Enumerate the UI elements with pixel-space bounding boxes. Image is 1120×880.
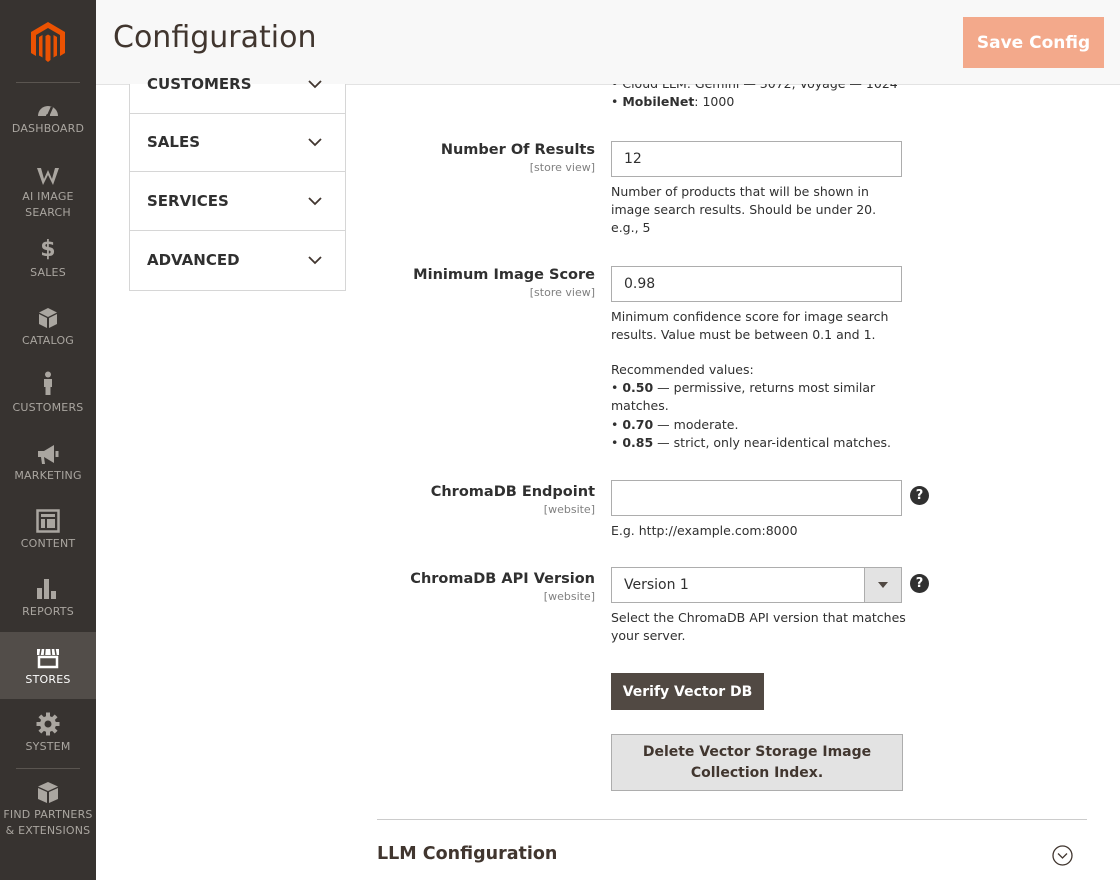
- menu-label: MARKETING: [14, 469, 82, 482]
- menu-label: AI IMAGE SEARCH: [22, 190, 74, 219]
- chromadb-api-version-label: ChromaDB API Version: [410, 571, 595, 587]
- menu-item-customers[interactable]: CUSTOMERS: [0, 371, 96, 437]
- tab-services[interactable]: SERVICES: [130, 172, 345, 231]
- chromadb-api-version-select[interactable]: Version 1: [611, 567, 902, 603]
- tab-customers[interactable]: CUSTOMERS: [130, 55, 345, 114]
- menu-item-dashboard[interactable]: DASHBOARD: [0, 92, 96, 158]
- select-value: Version 1: [624, 577, 689, 593]
- note-bold: MobileNet: [622, 94, 695, 109]
- recommended-item: • 0.70 — moderate.: [611, 417, 739, 432]
- dollar-icon: $: [40, 237, 56, 262]
- chromadb-endpoint-input[interactable]: [611, 480, 902, 516]
- menu-item-find-partners[interactable]: FIND PARTNERS & EXTENSIONS: [0, 778, 96, 846]
- rec-text: — strict, only near-identical matches.: [653, 435, 892, 450]
- chromadb-endpoint-note: E.g. http://example.com:8000: [611, 523, 798, 538]
- menu-item-sales[interactable]: $ SALES: [0, 236, 96, 302]
- menu-item-marketing[interactable]: MARKETING: [0, 439, 96, 505]
- admin-menu: DASHBOARD AI IMAGE SEARCH $ SALES CATALO…: [0, 0, 96, 880]
- chromadb-api-version-note: Select the ChromaDB API version that mat…: [611, 610, 906, 643]
- dimension-note-partial: • Cloud LLM: Gemini — 3072, Voyage — 102…: [611, 84, 911, 93]
- min-image-score-note: Minimum confidence score for image searc…: [611, 309, 889, 342]
- menu-label: DASHBOARD: [11, 122, 85, 135]
- tab-label: SERVICES: [147, 192, 229, 210]
- config-form: • Cloud LLM: Gemini — 3072, Voyage — 102…: [377, 84, 1097, 880]
- recommended-heading: Recommended values:: [611, 362, 754, 377]
- scope-label: [store view]: [529, 161, 595, 174]
- chevron-down-icon: [308, 197, 322, 206]
- rec-text: — moderate.: [653, 417, 739, 432]
- dimension-note-mobilenet: • MobileNet: 1000: [611, 94, 735, 109]
- menu-label: REPORTS: [22, 605, 74, 618]
- delete-collection-index-button[interactable]: Delete Vector Storage Image Collection I…: [611, 734, 903, 791]
- number-of-results-note: Number of products that will be shown in…: [611, 184, 877, 235]
- menu-item-stores[interactable]: STORES: [0, 632, 96, 699]
- config-tabs: CUSTOMERS SALES SERVICES ADVANCED: [129, 75, 346, 291]
- menu-label: FIND PARTNERS & EXTENSIONS: [3, 808, 93, 837]
- tab-label: CUSTOMERS: [147, 75, 252, 93]
- recommended-item: • 0.85 — strict, only near-identical mat…: [611, 435, 892, 450]
- cube-icon: [39, 308, 57, 328]
- menu-item-content[interactable]: CONTENT: [0, 507, 96, 573]
- menu-divider: [16, 82, 80, 83]
- menu-label: CONTENT: [20, 537, 76, 550]
- magento-logo-icon[interactable]: [28, 20, 68, 64]
- save-config-button[interactable]: Save Config: [963, 17, 1104, 68]
- chromadb-endpoint-label: ChromaDB Endpoint: [430, 484, 595, 500]
- menu-label: SYSTEM: [25, 740, 71, 753]
- menu-label: CUSTOMERS: [12, 401, 84, 414]
- min-image-score-input[interactable]: [611, 266, 902, 302]
- boxes-icon: [38, 782, 58, 803]
- menu-divider: [16, 768, 80, 769]
- expand-section-icon[interactable]: [1052, 845, 1073, 866]
- select-toggle[interactable]: [864, 568, 901, 602]
- menu-item-catalog[interactable]: CATALOG: [0, 304, 96, 370]
- dashboard-icon: [38, 106, 58, 118]
- chevron-down-icon: [308, 80, 322, 89]
- number-of-results-input[interactable]: [611, 141, 902, 177]
- tab-advanced[interactable]: ADVANCED: [130, 231, 345, 289]
- section-divider: [377, 819, 1087, 820]
- bar-chart-icon: [37, 579, 56, 599]
- min-image-score-label: Minimum Image Score: [413, 267, 595, 283]
- menu-label: SALES: [30, 266, 66, 279]
- person-icon: [44, 371, 52, 395]
- scope-label: [store view]: [529, 286, 595, 299]
- layout-icon: [36, 509, 60, 533]
- recommended-item: • 0.50 — permissive, returns most simila…: [611, 380, 876, 413]
- rec-value: 0.50: [622, 380, 654, 395]
- help-icon[interactable]: ?: [910, 486, 929, 505]
- caret-down-icon: [878, 582, 888, 588]
- rec-value: 0.85: [622, 435, 654, 450]
- store-icon: [37, 648, 59, 669]
- menu-label: STORES: [25, 673, 71, 686]
- gear-icon: [36, 712, 60, 736]
- page-title: Configuration: [113, 20, 317, 55]
- number-of-results-label: Number Of Results: [440, 142, 595, 158]
- tab-label: SALES: [147, 133, 201, 151]
- tab-label: ADVANCED: [147, 251, 240, 269]
- menu-item-ai-image-search[interactable]: AI IMAGE SEARCH: [0, 160, 96, 226]
- ai-image-search-icon: [37, 168, 59, 185]
- verify-vector-db-button[interactable]: Verify Vector DB: [611, 673, 764, 710]
- help-icon[interactable]: ?: [910, 574, 929, 593]
- menu-item-system[interactable]: SYSTEM: [0, 710, 96, 776]
- menu-label: CATALOG: [21, 334, 75, 347]
- megaphone-icon: [38, 445, 59, 464]
- note-text: : 1000: [694, 94, 735, 109]
- llm-configuration-section-title[interactable]: LLM Configuration: [377, 844, 557, 864]
- scope-label: [website]: [543, 503, 595, 516]
- chevron-down-icon: [308, 256, 322, 265]
- scope-label: [website]: [543, 590, 595, 603]
- rec-value: 0.70: [622, 417, 654, 432]
- tab-sales[interactable]: SALES: [130, 113, 345, 172]
- chevron-down-icon: [308, 138, 322, 147]
